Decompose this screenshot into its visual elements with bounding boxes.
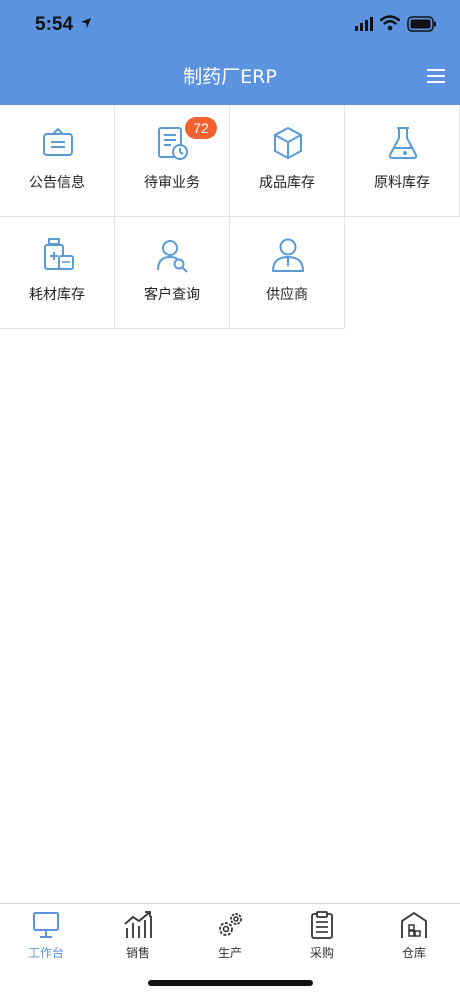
tile-consumables[interactable]: 耗材库存 [0,217,115,329]
tile-label: 耗材库存 [29,287,85,303]
notice-board-icon [43,127,73,156]
tile-finished-goods[interactable]: 成品库存 [230,105,345,217]
tile-label: 成品库存 [259,175,315,191]
tile-raw-materials[interactable]: 原料库存 [345,105,460,217]
tile-notice[interactable]: 公告信息 [0,105,115,217]
app-header: 5:54 制药厂ERP [0,0,460,105]
tab-label: 工作台 [27,946,64,960]
clipboard-icon [311,911,333,939]
box-icon [274,127,302,159]
tab-purchasing[interactable]: 采购 [276,904,368,968]
sales-chart-icon [124,911,152,938]
tab-label: 采购 [309,946,334,960]
tile-label: 公告信息 [29,175,85,191]
warehouse-icon [401,912,427,938]
tab-label: 仓库 [401,946,426,960]
flask-icon [388,127,418,159]
supplier-person-icon [272,238,304,272]
tab-workbench[interactable]: 工作台 [0,904,92,968]
monitor-icon [33,912,59,938]
customer-search-icon [157,240,188,273]
location-arrow-icon [81,18,91,28]
pending-count-badge: 72 [185,117,217,139]
hamburger-icon[interactable] [427,68,445,84]
gears-icon [219,913,242,936]
tile-customer-search[interactable]: 客户查询 [115,217,230,329]
tab-production[interactable]: 生产 [184,904,276,968]
tile-label: 客户查询 [144,287,200,303]
status-time: 5:54 [35,14,74,35]
tile-supplier[interactable]: 供应商 [230,217,345,329]
battery-icon [407,16,436,32]
wifi-icon [380,15,400,31]
tile-pending[interactable]: 72 待审业务 [115,105,230,217]
home-indicator [148,980,313,986]
cellular-signal-icon [355,17,373,31]
tile-label: 供应商 [266,287,308,303]
tab-label: 生产 [217,946,242,960]
tile-label: 待审业务 [144,175,200,191]
tab-label: 销售 [125,946,150,960]
tile-label: 原料库存 [374,175,430,191]
tab-warehouse[interactable]: 仓库 [368,904,460,968]
status-bar: 5:54 [0,0,460,50]
tab-sales[interactable]: 销售 [92,904,184,968]
medicine-icon [44,238,74,270]
page-title: 制药厂ERP [183,66,277,88]
